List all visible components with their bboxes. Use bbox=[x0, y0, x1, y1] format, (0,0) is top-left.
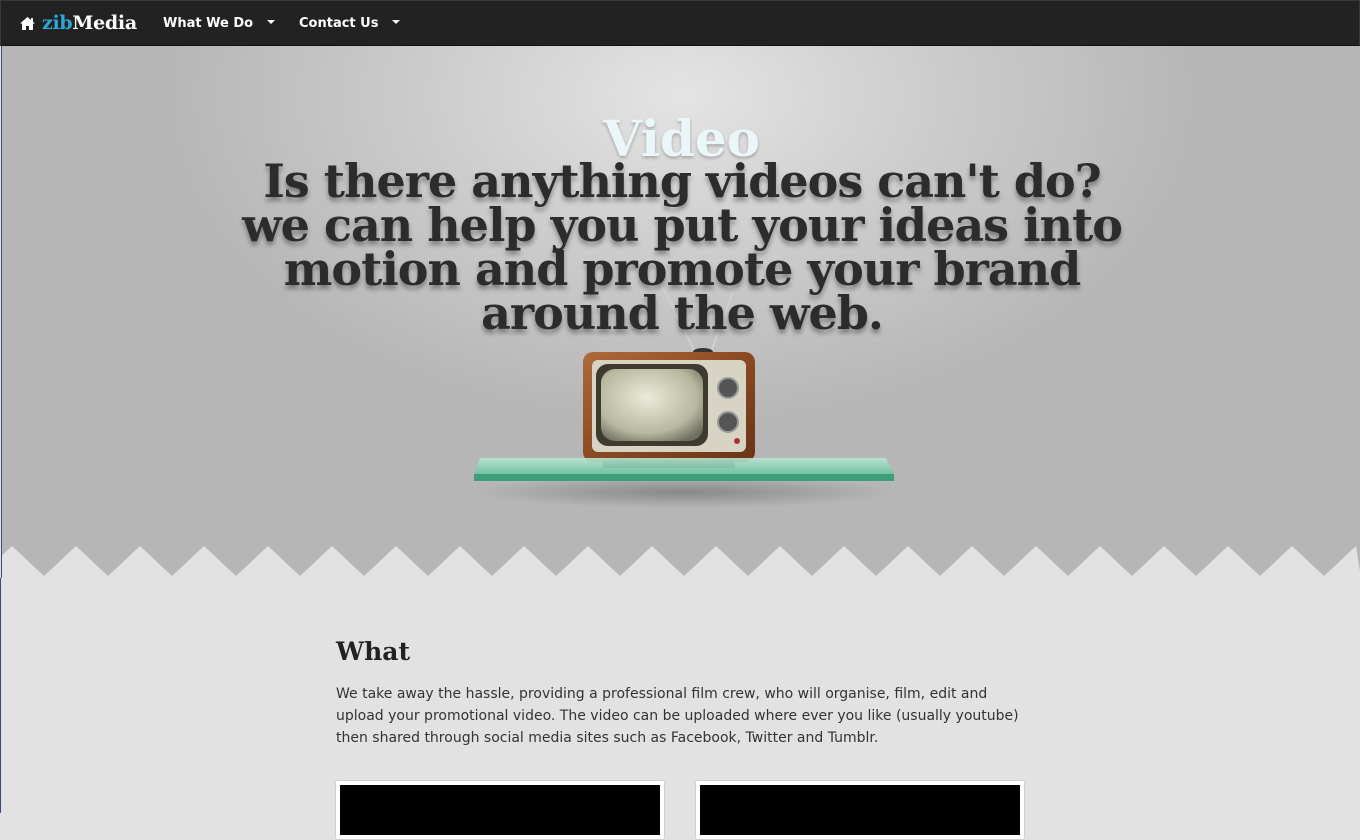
section-heading: What bbox=[336, 637, 410, 666]
video-player[interactable] bbox=[340, 785, 660, 835]
home-icon bbox=[19, 16, 36, 31]
video-player[interactable] bbox=[700, 785, 1020, 835]
top-navbar: zibMedia What We Do Contact Us bbox=[0, 0, 1360, 46]
video-embed[interactable] bbox=[335, 780, 665, 840]
nav-what-we-do-dropdown[interactable]: What We Do bbox=[163, 1, 276, 45]
what-section: What We take away the hassle, providing … bbox=[336, 632, 1036, 749]
hero-tagline: Is there anything videos can't do? we ca… bbox=[242, 154, 1123, 340]
brand-logo-link[interactable]: zibMedia bbox=[19, 9, 137, 37]
page-left-border bbox=[0, 578, 1, 813]
brand-name-media: Media bbox=[72, 12, 137, 34]
brand-name-zib: zib bbox=[42, 12, 73, 34]
nav-what-we-do-label: What We Do bbox=[163, 15, 254, 31]
nav-contact-us-label: Contact Us bbox=[299, 15, 379, 31]
brand-name: zibMedia bbox=[42, 12, 137, 34]
video-embed[interactable] bbox=[695, 780, 1025, 840]
nav-contact-us-dropdown[interactable]: Contact Us bbox=[299, 1, 401, 45]
section-paragraph: We take away the hassle, providing a pro… bbox=[336, 686, 1019, 746]
caret-down-icon bbox=[267, 19, 276, 24]
caret-down-icon bbox=[392, 19, 401, 24]
hero-banner: Video Is there anything videos can't do?… bbox=[1, 46, 1360, 578]
